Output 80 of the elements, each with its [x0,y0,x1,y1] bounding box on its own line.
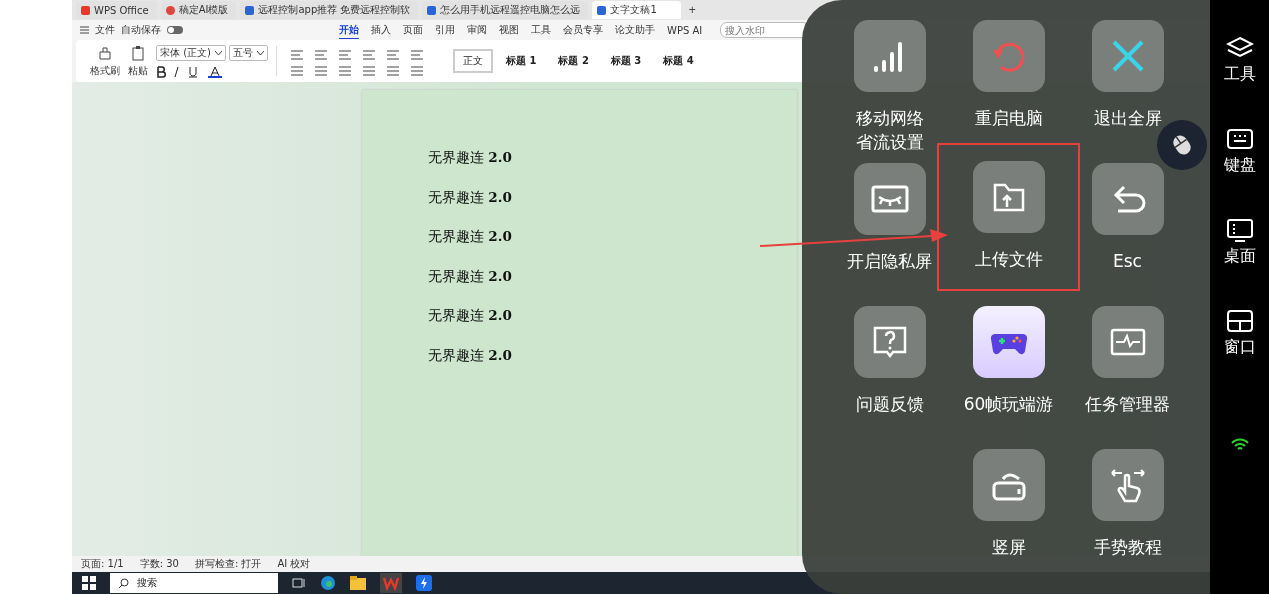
quick-action-label: 重启电脑 [974,107,1043,130]
ribbon-tab[interactable]: 开始 [339,21,359,39]
ribbon-tab[interactable]: 工具 [531,21,551,39]
ai-proofread-button[interactable]: AI 校对 [277,557,311,571]
wifi-icon [1230,438,1249,452]
font-size-dropdown[interactable]: 五号 [229,44,268,61]
quick-action-button[interactable] [853,306,926,378]
quick-action-button[interactable] [972,449,1045,521]
sidebar-button[interactable]: 键盘 [1223,127,1256,176]
windows-start-icon[interactable] [82,576,96,590]
document-icon [245,5,255,15]
document-tab[interactable]: 稿定AI模版 [160,1,237,19]
quick-action-label: 问题反馈 [855,393,924,416]
document-tab[interactable]: WPS Office [76,1,157,19]
task-view-icon[interactable] [292,576,306,590]
ribbon-tab[interactable]: 引用 [435,21,455,39]
new-tab-button[interactable]: + [684,3,700,17]
quick-action-button[interactable] [1091,20,1164,92]
remote-app-icon[interactable] [416,575,432,591]
quick-action-label: 移动网络省流设置 [854,107,925,154]
caret-icon [215,50,222,55]
file-menu[interactable]: 文件 [95,23,115,37]
taskbar-search-field[interactable]: 搜索 [110,573,278,593]
document-tab[interactable]: 怎么用手机远程遥控电脑怎么远 [422,1,589,19]
sidebar-button[interactable]: 工具 [1223,36,1256,85]
quick-action-button[interactable] [853,163,926,235]
quick-action-label: Esc [1113,250,1142,273]
ribbon-tab[interactable]: 会员专享 [563,21,603,39]
quick-action-button[interactable] [1091,449,1164,521]
ribbon-tab[interactable]: 视图 [499,21,519,39]
quick-action-label: 上传文件 [974,248,1043,271]
window-grid-icon [1225,309,1254,333]
desktop-icon [1225,218,1254,242]
quick-action-button[interactable] [972,161,1045,233]
document-icon [597,5,607,15]
document-text: 无界趣连 2.0 [428,227,513,246]
ribbon-tab[interactable]: 插入 [371,21,391,39]
quick-action-button[interactable] [853,20,926,92]
style-preset[interactable]: 正文 [453,49,493,73]
ribbon-tab[interactable]: 页面 [403,21,423,39]
quick-action-label: 任务管理器 [1085,393,1170,416]
document-text: 无界趣连 2.0 [428,345,513,365]
sidebar-button[interactable]: 桌面 [1223,218,1256,267]
text-format-icons-drawing [156,65,222,78]
clipboard-icon [130,44,146,61]
spell-check-button[interactable]: 拼写检查: 打开 [194,557,262,571]
quick-action-label: 竖屏 [991,536,1026,559]
word-count: 字数: 30 [139,557,179,571]
quick-action-label: 开启隐私屏 [847,250,932,273]
layers-icon [1225,36,1254,60]
autosave-label: 自动保存 [121,23,161,37]
document-tab[interactable]: 文字文稿1 [592,1,681,19]
search-icon [118,577,129,589]
caret-icon [257,50,264,55]
quick-action-label: 60帧玩端游 [963,393,1054,416]
document-text: 无界趣连 2.0 [428,187,513,207]
page-count: 页面: 1/1 [81,557,124,571]
quick-action-button[interactable] [972,306,1045,378]
keyboard-icon [1225,127,1254,151]
document-icon [427,5,437,15]
autosave-toggle[interactable] [167,26,183,34]
ribbon-tab[interactable]: WPS AI [667,21,703,39]
quick-action-button[interactable] [1091,163,1164,235]
ribbon-tab[interactable]: 审阅 [467,21,487,39]
folder-icon[interactable] [350,576,366,590]
sidebar-button[interactable]: 窗口 [1223,309,1256,358]
quick-action-button[interactable] [1091,306,1164,378]
ribbon-tab[interactable]: 论文助手 [615,21,655,39]
ai-template-icon [165,5,175,15]
browser-icon[interactable] [320,575,336,591]
paste-button[interactable]: 粘贴 [128,63,148,78]
font-dropdown[interactable]: 宋体 (正文) [156,44,226,61]
document-tab[interactable]: 远程控制app推荐 免费远程控制软 [240,1,419,19]
wps-logo-icon [81,5,90,15]
quick-action-label: 退出全屏 [1093,107,1162,130]
document-text: 无界趣连 2.0 [428,306,513,325]
quick-action-label: 手势教程 [1093,536,1162,559]
document-text: 无界趣连 2.0 [428,266,513,286]
document-text: 无界趣连 2.0 [428,148,513,167]
format-painter-button[interactable]: 格式刷 [90,63,120,78]
